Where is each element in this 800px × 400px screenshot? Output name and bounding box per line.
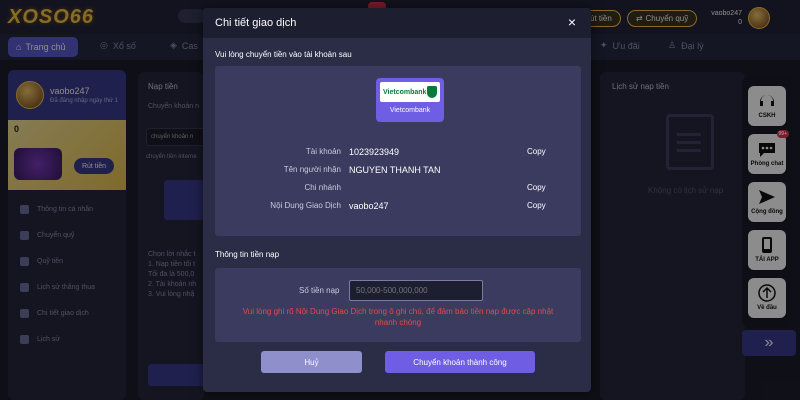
row-label: Nội Dung Giao Dịch bbox=[270, 201, 341, 210]
transfer-section-title: Vui lòng chuyển tiền vào tài khoản sau bbox=[215, 50, 352, 59]
branch-row: Chi nhánh Copy bbox=[215, 183, 581, 195]
deposit-section-title: Thông tin tiền nạp bbox=[215, 250, 280, 259]
bank-name: Vietcombank bbox=[389, 107, 431, 114]
copy-account-button[interactable]: Copy bbox=[527, 147, 546, 156]
account-number-row: Tài khoản 1023923949 Copy bbox=[215, 147, 581, 159]
row-label: Tài khoản bbox=[305, 147, 341, 156]
deposit-amount-box: Số tiền nạp Vui lòng ghi rõ Nội Dung Gia… bbox=[215, 268, 581, 342]
bank-account-box: Vietcombank Vietcombank Tài khoản 102392… bbox=[215, 66, 581, 236]
transfer-content: vaobo247 bbox=[349, 201, 389, 211]
copy-branch-button[interactable]: Copy bbox=[527, 183, 546, 192]
recipient-row: Tên người nhận NGUYEN THANH TAN bbox=[215, 165, 581, 177]
bank-logo: Vietcombank Vietcombank bbox=[376, 78, 444, 122]
row-label: Tên người nhận bbox=[283, 165, 341, 174]
amount-input[interactable] bbox=[349, 280, 483, 301]
transfer-warning: Vui lòng ghi rõ Nội Dung Giao Dịch trong… bbox=[242, 307, 554, 327]
transfer-success-button[interactable]: Chuyển khoản thành công bbox=[385, 351, 535, 373]
modal-header: Chi tiết giao dịch × bbox=[203, 8, 591, 38]
close-icon[interactable]: × bbox=[565, 15, 579, 29]
cancel-button[interactable]: Huỷ bbox=[261, 351, 362, 373]
recipient-name: NGUYEN THANH TAN bbox=[349, 165, 441, 175]
amount-label: Số tiền nạp bbox=[299, 286, 340, 295]
bank-mark-icon bbox=[427, 86, 437, 98]
modal-title: Chi tiết giao dịch bbox=[215, 17, 297, 29]
transaction-detail-modal: Chi tiết giao dịch × Vui lòng chuyển tiề… bbox=[203, 8, 591, 392]
transfer-content-row: Nội Dung Giao Dịch vaobo247 Copy bbox=[215, 201, 581, 213]
copy-content-button[interactable]: Copy bbox=[527, 201, 546, 210]
row-label: Chi nhánh bbox=[304, 183, 341, 192]
account-number: 1023923949 bbox=[349, 147, 400, 157]
bank-logo-text: Vietcombank bbox=[383, 88, 427, 96]
